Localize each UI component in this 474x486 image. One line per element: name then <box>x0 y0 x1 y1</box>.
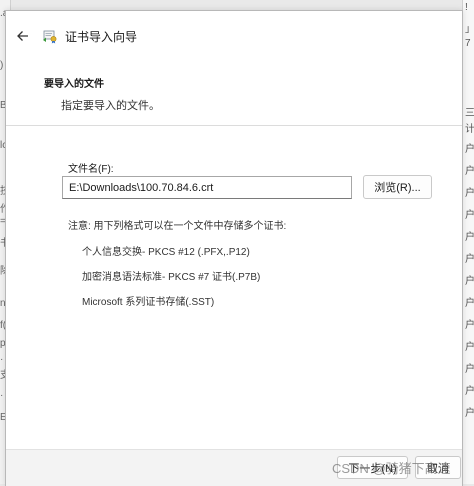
background-text-fragment: 三 <box>465 108 474 119</box>
back-button[interactable] <box>12 25 34 47</box>
certificate-import-wizard-dialog: 证书导入向导 要导入的文件 指定要导入的文件。 文件名(F): 浏览(R)...… <box>5 10 463 486</box>
background-text-fragment: 户 <box>465 342 474 353</box>
back-arrow-icon <box>17 31 28 41</box>
section-title: 要导入的文件 <box>44 79 104 90</box>
background-text-fragment: 户 <box>465 166 474 177</box>
format-note: 注意: 用下列格式可以在一个文件中存储多个证书: <box>68 221 287 232</box>
background-window-right: ! 」 7 三 计 户 户 户 户 户 户 户 户 户 户 户 户 户 <box>462 0 474 484</box>
header-divider <box>6 125 462 126</box>
background-text-fragment: 户 <box>465 298 474 309</box>
file-name-input[interactable] <box>62 176 352 199</box>
background-text-fragment: 计 <box>465 124 474 135</box>
dialog-title: 证书导入向导 <box>65 29 138 44</box>
format-item-sst: Microsoft 系列证书存储(.SST) <box>82 297 215 308</box>
background-text-fragment: 户 <box>465 386 474 397</box>
background-text-fragment: 户 <box>465 188 474 199</box>
background-text-fragment: 户 <box>465 232 474 243</box>
format-item-pkcs7: 加密消息语法标准- PKCS #7 证书(.P7B) <box>82 272 261 283</box>
background-text-fragment: 户 <box>465 254 474 265</box>
section-subtitle: 指定要导入的文件。 <box>61 100 160 112</box>
background-text-fragment: 户 <box>465 210 474 221</box>
header-section: 要导入的文件 指定要导入的文件。 <box>44 75 160 113</box>
background-text-fragment: 」 <box>465 24 474 35</box>
format-item-pkcs12: 个人信息交换- PKCS #12 (.PFX,.P12) <box>82 247 250 258</box>
background-text-fragment: 户 <box>465 408 474 419</box>
title-bar: 证书导入向导 <box>6 11 462 61</box>
background-text-fragment: ! <box>465 2 468 13</box>
certificate-wizard-icon <box>43 30 57 44</box>
background-text-fragment: 户 <box>465 144 474 155</box>
browse-button[interactable]: 浏览(R)... <box>363 175 432 199</box>
background-text-fragment: 户 <box>465 320 474 331</box>
watermark: CSDN @骑猪下高速 <box>332 461 451 476</box>
background-text-fragment: 户 <box>465 364 474 375</box>
background-text-fragment: 户 <box>465 276 474 287</box>
file-name-label: 文件名(F): <box>68 164 114 175</box>
background-text-fragment: 7 <box>465 38 471 49</box>
